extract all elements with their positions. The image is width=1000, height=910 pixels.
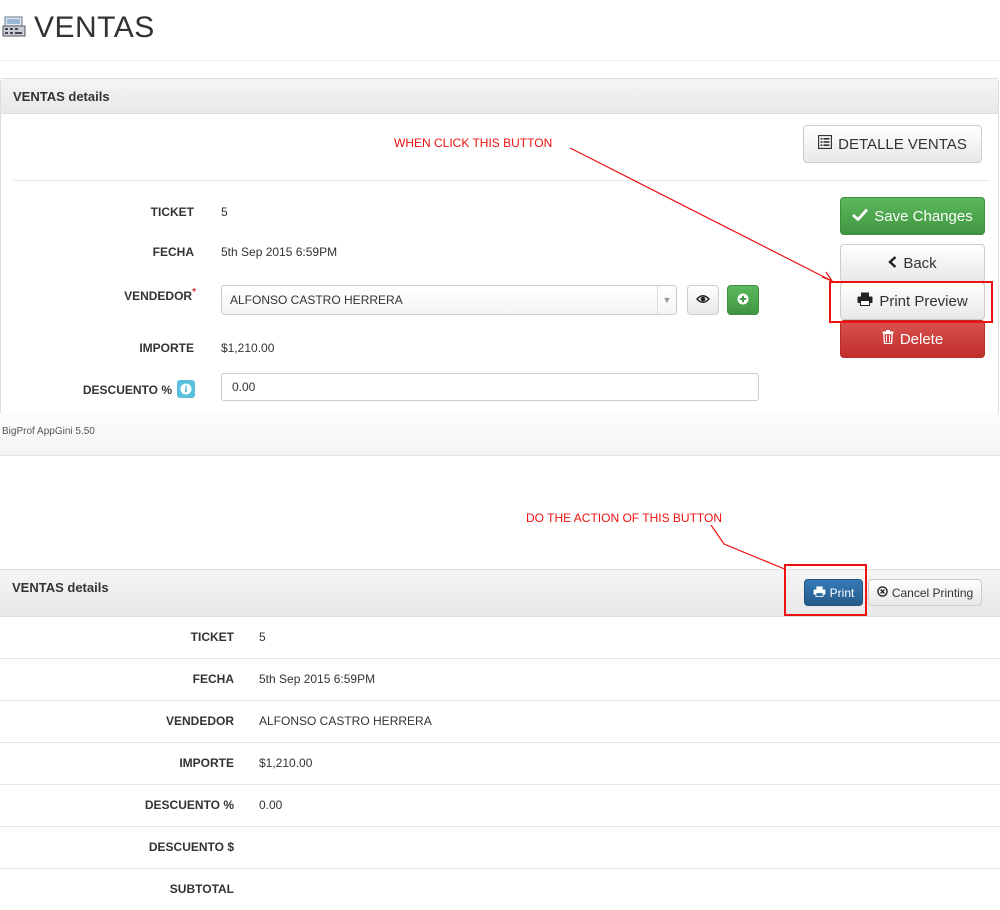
print-row-label: TICKET bbox=[190, 630, 234, 644]
cancel-printing-label: Cancel Printing bbox=[891, 585, 974, 600]
print-row: DESCUENTO % 0.00 bbox=[0, 784, 1000, 827]
print-row-label: DESCUENTO % bbox=[144, 798, 234, 812]
print-row: FECHA 5th Sep 2015 6:59PM bbox=[0, 658, 1000, 701]
print-row-label: IMPORTE bbox=[179, 756, 234, 770]
print-row-label: SUBTOTAL bbox=[169, 882, 234, 896]
print-row: IMPORTE $1,210.00 bbox=[0, 742, 1000, 785]
print-row-value: ALFONSO CASTRO HERRERA bbox=[259, 714, 432, 728]
print-row-label: VENDEDOR bbox=[165, 714, 234, 728]
print-row-label: DESCUENTO $ bbox=[148, 840, 234, 854]
annotation-arrow-top bbox=[569, 147, 833, 282]
annotation-bottom: DO THE ACTION OF THIS BUTTON bbox=[526, 511, 723, 525]
cancel-printing-button[interactable]: Cancel Printing bbox=[868, 579, 982, 606]
print-row-value: $1,210.00 bbox=[259, 756, 313, 770]
print-row-value: 0.00 bbox=[259, 798, 283, 812]
print-panel-title: VENTAS details bbox=[12, 580, 109, 595]
print-row: TICKET 5 bbox=[0, 616, 1000, 659]
print-row: SUBTOTAL bbox=[0, 868, 1000, 910]
annotation-highlight-print bbox=[784, 564, 867, 616]
print-row-value: 5 bbox=[259, 630, 266, 644]
print-row: VENDEDOR ALFONSO CASTRO HERRERA bbox=[0, 700, 1000, 743]
print-row-label: FECHA bbox=[192, 672, 234, 686]
annotation-arrow-bottom bbox=[710, 524, 788, 571]
print-row-value: 5th Sep 2015 6:59PM bbox=[259, 672, 376, 686]
print-row: DESCUENTO $ bbox=[0, 826, 1000, 869]
remove-circle-icon bbox=[877, 585, 888, 600]
